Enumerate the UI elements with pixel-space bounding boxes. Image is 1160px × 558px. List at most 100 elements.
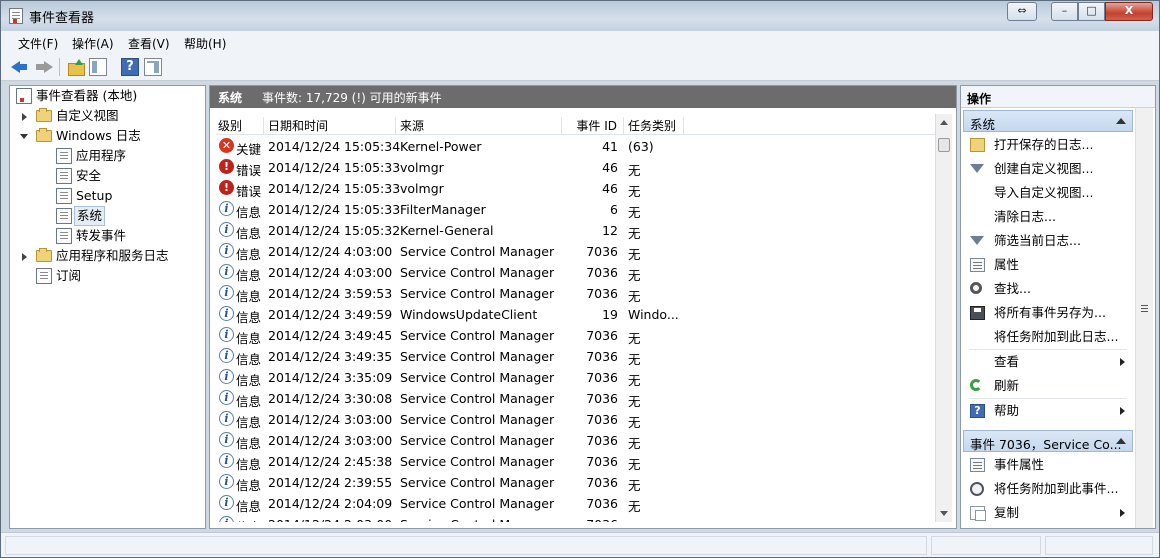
- column-header-level[interactable]: 级别: [216, 117, 264, 135]
- cell-datetime: 2014/12/24 15:05:34: [268, 139, 401, 154]
- action-item[interactable]: 将任务附加到此日志...: [963, 326, 1133, 348]
- forward-arrow-icon[interactable]: [35, 58, 53, 76]
- table-row[interactable]: i 信息 2014/12/24 3:03:00 Service Control Man…: [216, 430, 938, 451]
- tree-item-setup[interactable]: Setup: [14, 186, 204, 206]
- table-row[interactable]: i 信息 2014/12/24 3:35:09 Service Control Man…: [216, 367, 938, 388]
- cell-event-id: 7036: [586, 328, 618, 343]
- cell-event-id: 7036: [586, 496, 618, 511]
- table-row[interactable]: i 信息 2014/12/24 3:49:45 Service Control Man…: [216, 325, 938, 346]
- table-row[interactable]: ✕ 关键 2014/12/24 15:05:34 Kernel-Power 41 (63): [216, 136, 938, 157]
- table-row[interactable]: ! 错误 2014/12/24 15:05:33 volmgr 46 无: [216, 157, 938, 178]
- cell-task-category: (63): [628, 139, 654, 154]
- tree-item-security[interactable]: 安全: [14, 166, 204, 186]
- scroll-down-icon[interactable]: [940, 511, 948, 516]
- vertical-scrollbar[interactable]: [935, 114, 952, 522]
- tree-item-forwarded-events[interactable]: 转发事件: [14, 226, 204, 246]
- table-row[interactable]: i 信息 2014/12/24 3:49:59 WindowsUpdateClient…: [216, 304, 938, 325]
- tree-item-app-service-logs[interactable]: 应用程序和服务日志: [14, 246, 204, 266]
- menu-view[interactable]: 查看(V): [128, 35, 170, 52]
- actions-scrollbar[interactable]: [1135, 108, 1153, 528]
- table-row[interactable]: i 信息 2014/12/24 3:59:53 Service Control Man…: [216, 283, 938, 304]
- action-item[interactable]: 创建自定义视图...: [963, 158, 1133, 180]
- table-row[interactable]: ! 错误 2014/12/24 15:05:33 volmgr 46 无: [216, 178, 938, 199]
- tree-item-custom-views[interactable]: 自定义视图: [14, 106, 204, 126]
- cell-source: Service Control Manager: [400, 391, 555, 406]
- tree-item-label: 系统: [74, 206, 106, 226]
- up-folder-icon[interactable]: [67, 58, 85, 76]
- cell-task-category: 无: [628, 436, 641, 451]
- maximize-button[interactable]: □: [1078, 2, 1105, 21]
- table-row[interactable]: i 信息 2014/12/24 4:03:00 Service Control Man…: [216, 262, 938, 283]
- expand-arrow-icon[interactable]: [22, 113, 27, 121]
- collapse-arrow-icon[interactable]: [1116, 438, 1126, 444]
- action-item[interactable]: 清除日志...: [963, 206, 1133, 228]
- column-header-source[interactable]: 来源: [398, 117, 562, 135]
- action-item-label: 刷新: [994, 378, 1020, 393]
- snap-button[interactable]: ⇔: [1007, 2, 1037, 21]
- table-row[interactable]: i 信息 2014/12/24 15:05:32 Kernel-General 12 无: [216, 220, 938, 241]
- table-row[interactable]: i信息 2014/12/24 2:03:00 Service Control Man…: [216, 514, 938, 522]
- tree-item-windows-logs[interactable]: Windows 日志: [14, 126, 204, 146]
- action-item[interactable]: 刷新: [963, 375, 1133, 397]
- collapse-arrow-icon[interactable]: [1116, 118, 1126, 124]
- collapse-arrow-icon[interactable]: [20, 134, 28, 139]
- back-arrow-icon[interactable]: [11, 58, 29, 76]
- table-row[interactable]: i 信息 2014/12/24 3:30:08 Service Control Man…: [216, 388, 938, 409]
- table-row[interactable]: i 信息 2014/12/24 2:45:38 Service Control Man…: [216, 451, 938, 472]
- column-header-datetime[interactable]: 日期和时间: [266, 117, 396, 135]
- cell-datetime: 2014/12/24 3:49:59: [268, 307, 393, 322]
- table-row[interactable]: i 信息 2014/12/24 2:04:09 Service Control Man…: [216, 493, 938, 514]
- table-row[interactable]: i 信息 2014/12/24 3:49:35 Service Control Man…: [216, 346, 938, 367]
- menu-action[interactable]: 操作(A): [72, 35, 114, 52]
- tree-item-label: 安全: [76, 168, 102, 183]
- action-item-label: 属性: [994, 257, 1020, 272]
- action-item[interactable]: 事件属性: [963, 454, 1133, 476]
- cell-level: 信息: [236, 499, 262, 514]
- table-row[interactable]: i 信息 2014/12/24 3:03:00 Service Control Man…: [216, 409, 938, 430]
- cell-task-category: 无: [628, 394, 641, 409]
- action-item[interactable]: 打开保存的日志...: [963, 134, 1133, 156]
- find-icon: [970, 282, 982, 294]
- scroll-thumb[interactable]: [938, 138, 950, 152]
- menu-file[interactable]: 文件(F): [18, 35, 58, 52]
- tree-item-application[interactable]: 应用程序: [14, 146, 204, 166]
- expand-arrow-icon[interactable]: [22, 253, 27, 261]
- tree-item-subscriptions[interactable]: 订阅: [14, 266, 204, 286]
- action-item[interactable]: 将所有事件另存为...: [963, 302, 1133, 324]
- close-button[interactable]: X: [1105, 2, 1153, 21]
- action-item[interactable]: ? 帮助: [963, 400, 1133, 422]
- title-bar[interactable]: 事件查看器 ⇔ – □ X: [1, 1, 1159, 31]
- actions-title: 操作: [961, 86, 1155, 108]
- tree-item-system[interactable]: 系统: [14, 206, 204, 226]
- column-header-task-category[interactable]: 任务类别: [626, 117, 684, 135]
- menu-help[interactable]: 帮助(H): [184, 35, 226, 52]
- actions-separator: [969, 349, 1127, 350]
- action-item[interactable]: 查找...: [963, 278, 1133, 300]
- column-header-event-id[interactable]: 事件 ID: [564, 117, 624, 135]
- help-icon[interactable]: ?: [121, 58, 139, 76]
- info-icon: i: [219, 222, 234, 237]
- minimize-button[interactable]: –: [1051, 2, 1078, 21]
- cell-datetime: 2014/12/24 3:03:00: [268, 412, 393, 427]
- action-item[interactable]: 属性: [963, 254, 1133, 276]
- actions-section-header[interactable]: 系统: [963, 110, 1133, 132]
- scroll-up-icon[interactable]: [940, 120, 948, 125]
- table-row[interactable]: i 信息 2014/12/24 4:03:00 Service Control Man…: [216, 241, 938, 262]
- action-item[interactable]: 复制: [963, 502, 1133, 524]
- show-hide-action-pane-icon[interactable]: [144, 58, 162, 76]
- critical-icon: ✕: [219, 138, 234, 153]
- toolbar: ?: [1, 53, 1159, 81]
- tree-item-event-viewer-local[interactable]: 事件查看器 (本地): [14, 86, 204, 106]
- cell-event-id: 7036: [586, 370, 618, 385]
- action-item[interactable]: 筛选当前日志...: [963, 230, 1133, 252]
- action-item[interactable]: 查看: [963, 351, 1133, 373]
- action-item[interactable]: 导入自定义视图...: [963, 182, 1133, 204]
- show-hide-tree-icon[interactable]: [89, 58, 107, 76]
- table-row[interactable]: i 信息 2014/12/24 2:39:55 Service Control Man…: [216, 472, 938, 493]
- table-row[interactable]: i 信息 2014/12/24 15:05:33 FilterManager 6 无: [216, 199, 938, 220]
- cell-event-id: 7036: [586, 286, 618, 301]
- action-item[interactable]: 将任务附加到此事件...: [963, 478, 1133, 500]
- actions-section-header[interactable]: 事件 7036，Service Co...: [963, 430, 1133, 452]
- cell-level: 信息: [236, 436, 262, 451]
- refresh-icon: [970, 379, 982, 391]
